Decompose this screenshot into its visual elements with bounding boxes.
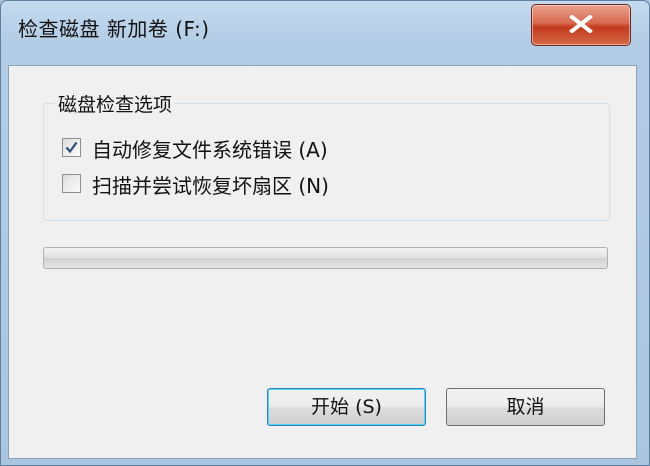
window-title: 检查磁盘 新加卷 (F:) bbox=[18, 17, 210, 41]
close-button[interactable] bbox=[531, 4, 631, 46]
start-button[interactable]: 开始 (S) bbox=[267, 388, 426, 426]
auto-fix-label: 自动修复文件系统错误 (A) bbox=[92, 138, 328, 162]
dialog-body: 磁盘检查选项 自动修复文件系统错误 (A) 扫描并尝试恢复坏扇区 (N) 开始 … bbox=[8, 65, 637, 459]
progress-bar bbox=[43, 247, 608, 269]
dialog-window: 检查磁盘 新加卷 (F:) 磁盘检查选项 自动修复文件系统错误 (A) 扫描并尝… bbox=[0, 0, 650, 466]
title-bar[interactable]: 检查磁盘 新加卷 (F:) bbox=[1, 1, 649, 59]
group-label: 磁盘检查选项 bbox=[55, 90, 176, 117]
scan-bad-sectors-label: 扫描并尝试恢复坏扇区 (N) bbox=[92, 174, 329, 198]
scan-bad-sectors-checkbox[interactable] bbox=[62, 174, 81, 193]
close-icon bbox=[569, 15, 593, 33]
checkmark-icon bbox=[65, 141, 78, 154]
auto-fix-checkbox[interactable] bbox=[62, 138, 81, 157]
disk-check-options-group: 磁盘检查选项 自动修复文件系统错误 (A) 扫描并尝试恢复坏扇区 (N) bbox=[43, 90, 610, 221]
cancel-button[interactable]: 取消 bbox=[446, 388, 605, 426]
